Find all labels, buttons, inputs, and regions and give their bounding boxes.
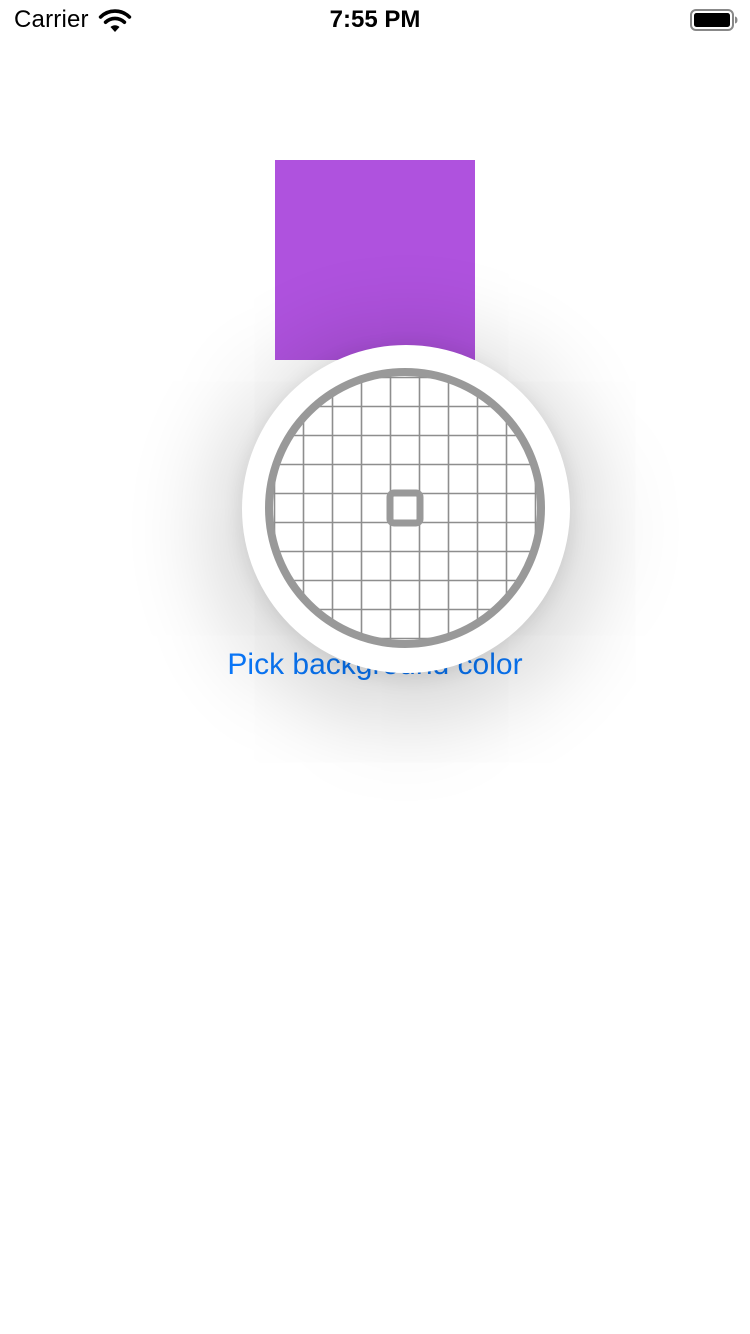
screen: Carrier 7:55 PM Pick background color (0, 0, 750, 1334)
status-bar: Carrier 7:55 PM (0, 0, 750, 40)
status-time: 7:55 PM (329, 6, 421, 33)
battery-icon (690, 9, 738, 31)
color-swatch (275, 160, 475, 360)
eyedropper-loupe[interactable] (242, 345, 570, 673)
eyedropper-loupe-icon (265, 368, 545, 648)
center-pixel-indicator (386, 489, 424, 527)
